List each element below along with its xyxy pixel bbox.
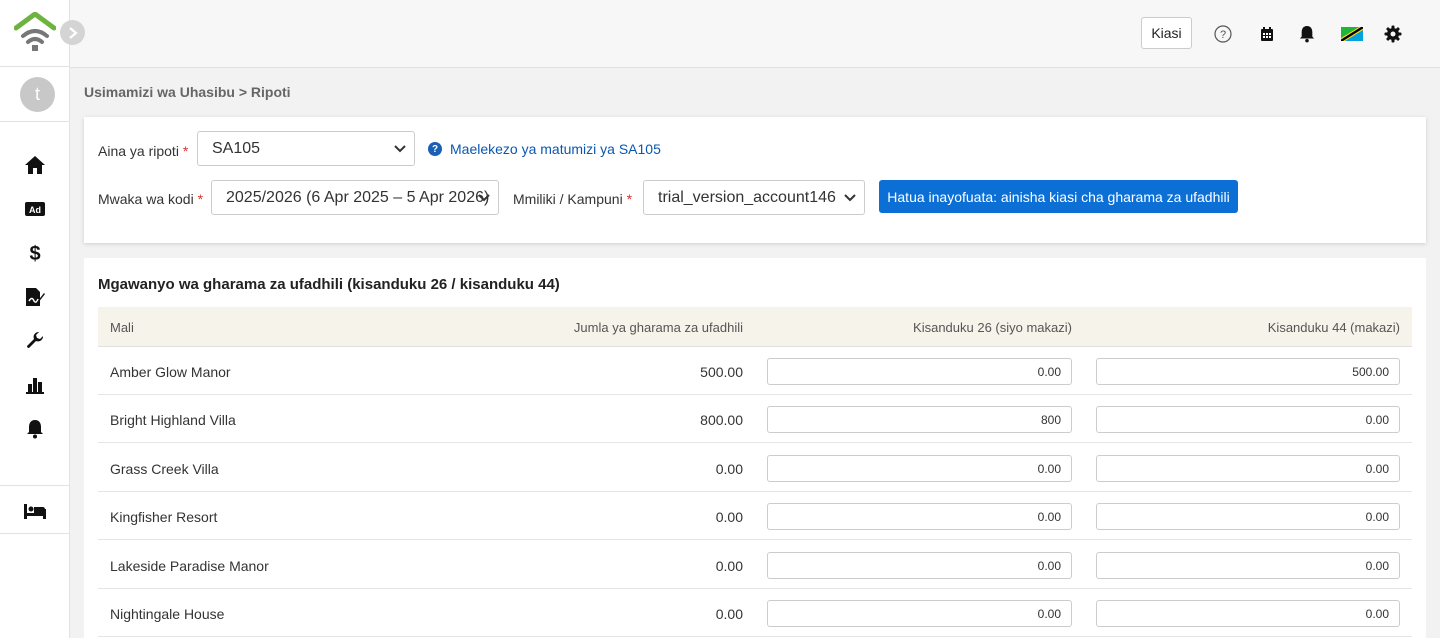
total-finance-cost: 0.00 bbox=[715, 558, 743, 574]
box26-input[interactable]: 0.00 bbox=[767, 600, 1072, 627]
box44-input[interactable]: 500.00 bbox=[1096, 358, 1400, 385]
property-name: Grass Creek Villa bbox=[110, 461, 219, 477]
chevron-down-icon bbox=[394, 145, 406, 153]
total-finance-cost: 0.00 bbox=[715, 509, 743, 525]
sidebar-expand-button[interactable] bbox=[60, 20, 85, 45]
help-circle-icon[interactable]: ? bbox=[1213, 24, 1233, 44]
table-row: Amber Glow Manor 500.00 0.00 500.00 bbox=[98, 347, 1412, 395]
tax-year-label-text: Mwaka wa kodi bbox=[98, 191, 194, 207]
report-filter-card: Aina ya ripoti * SA105 ? Maelekezo ya ma… bbox=[84, 117, 1426, 243]
report-type-select[interactable]: SA105 bbox=[197, 131, 415, 166]
bar-chart-icon[interactable] bbox=[23, 373, 47, 397]
box44-input[interactable]: 0.00 bbox=[1096, 552, 1400, 579]
avatar-initial: t bbox=[34, 84, 40, 104]
svg-text:?: ? bbox=[1220, 29, 1226, 41]
total-finance-cost: 500.00 bbox=[700, 364, 743, 380]
owner-select[interactable]: trial_version_account146 bbox=[643, 180, 865, 215]
gear-icon[interactable] bbox=[1383, 24, 1403, 44]
box26-input[interactable]: 0.00 bbox=[767, 552, 1072, 579]
tax-year-label: Mwaka wa kodi * bbox=[98, 191, 203, 207]
box26-input[interactable]: 0.00 bbox=[767, 503, 1072, 530]
owner-label: Mmiliki / Kampuni * bbox=[513, 191, 632, 207]
help-icon: ? bbox=[428, 142, 442, 156]
sidebar: t Ad $ bbox=[0, 0, 85, 638]
table-row: Kingfisher Resort 0.00 0.00 0.00 bbox=[98, 492, 1412, 540]
required-mark: * bbox=[182, 143, 189, 159]
box44-input[interactable]: 0.00 bbox=[1096, 406, 1400, 433]
table-row: Nightingale House 0.00 0.00 0.00 bbox=[98, 589, 1412, 637]
table-header: Mali Jumla ya gharama za ufadhili Kisand… bbox=[98, 307, 1412, 347]
box26-input[interactable]: 0.00 bbox=[767, 455, 1072, 482]
tax-year-select[interactable]: 2025/2026 (6 Apr 2025 – 5 Apr 2026) bbox=[211, 180, 499, 215]
avatar[interactable]: t bbox=[20, 77, 55, 112]
property-name: Amber Glow Manor bbox=[110, 364, 231, 380]
report-type-label-text: Aina ya ripoti bbox=[98, 143, 179, 159]
amount-button[interactable]: Kiasi bbox=[1141, 17, 1192, 49]
report-type-label: Aina ya ripoti * bbox=[98, 143, 188, 159]
card-title: Mgawanyo wa gharama za ufadhili (kisandu… bbox=[98, 276, 560, 293]
tanzania-flag-icon[interactable] bbox=[1341, 24, 1363, 44]
sidebar-divider bbox=[0, 533, 70, 534]
property-name: Lakeside Paradise Manor bbox=[110, 558, 269, 574]
table-row: Lakeside Paradise Manor 0.00 0.00 0.00 bbox=[98, 541, 1412, 589]
column-header-box26: Kisanduku 26 (siyo makazi) bbox=[913, 320, 1072, 335]
box26-input[interactable]: 800 bbox=[767, 406, 1072, 433]
report-type-value: SA105 bbox=[212, 139, 261, 157]
bell-icon[interactable] bbox=[1297, 24, 1317, 44]
next-step-button[interactable]: Hatua inayofuata: ainisha kiasi cha ghar… bbox=[879, 180, 1238, 213]
property-name: Nightingale House bbox=[110, 606, 225, 622]
app-logo-icon[interactable] bbox=[13, 11, 57, 52]
finance-cost-split-card: Mgawanyo wa gharama za ufadhili (kisandu… bbox=[84, 258, 1426, 638]
ad-icon[interactable]: Ad bbox=[23, 197, 47, 221]
column-header-property: Mali bbox=[110, 320, 134, 335]
owner-label-text: Mmiliki / Kampuni bbox=[513, 191, 623, 207]
sidebar-divider bbox=[0, 66, 70, 67]
svg-text:Ad: Ad bbox=[29, 205, 41, 215]
owner-value: trial_version_account146 bbox=[658, 188, 836, 206]
top-header: Kiasi ? bbox=[70, 0, 1440, 68]
required-mark: * bbox=[197, 191, 204, 207]
property-name: Bright Highland Villa bbox=[110, 412, 236, 428]
sa105-help-link[interactable]: ? Maelekezo ya matumizi ya SA105 bbox=[428, 141, 661, 157]
total-finance-cost: 0.00 bbox=[715, 606, 743, 622]
box44-input[interactable]: 0.00 bbox=[1096, 455, 1400, 482]
sidebar-divider bbox=[0, 121, 70, 122]
tax-year-value: 2025/2026 (6 Apr 2025 – 5 Apr 2026) bbox=[226, 188, 490, 206]
table-row: Bright Highland Villa 800.00 800 0.00 bbox=[98, 395, 1412, 443]
box44-input[interactable]: 0.00 bbox=[1096, 503, 1400, 530]
total-finance-cost: 0.00 bbox=[715, 461, 743, 477]
calendar-icon[interactable] bbox=[1257, 24, 1277, 44]
breadcrumb: Usimamizi wa Uhasibu > Ripoti bbox=[84, 84, 291, 100]
chevron-down-icon bbox=[844, 194, 856, 202]
signature-icon[interactable] bbox=[23, 285, 47, 309]
column-header-total: Jumla ya gharama za ufadhili bbox=[573, 320, 743, 335]
sidebar-divider bbox=[0, 485, 70, 486]
home-icon[interactable] bbox=[23, 153, 47, 177]
total-finance-cost: 800.00 bbox=[700, 412, 743, 428]
column-header-box44: Kisanduku 44 (makazi) bbox=[1267, 320, 1400, 335]
wrench-icon[interactable] bbox=[23, 329, 47, 353]
property-name: Kingfisher Resort bbox=[110, 509, 218, 525]
box44-input[interactable]: 0.00 bbox=[1096, 600, 1400, 627]
box26-input[interactable]: 0.00 bbox=[767, 358, 1072, 385]
chevron-down-icon bbox=[478, 194, 490, 202]
help-link-text: Maelekezo ya matumizi ya SA105 bbox=[450, 141, 661, 157]
bed-icon[interactable] bbox=[23, 499, 47, 523]
bell-icon[interactable] bbox=[23, 417, 47, 441]
svg-text:$: $ bbox=[29, 243, 40, 264]
chevron-right-icon bbox=[68, 26, 78, 39]
dollar-icon[interactable]: $ bbox=[23, 241, 47, 265]
table-row: Grass Creek Villa 0.00 0.00 0.00 bbox=[98, 444, 1412, 492]
required-mark: * bbox=[626, 191, 633, 207]
